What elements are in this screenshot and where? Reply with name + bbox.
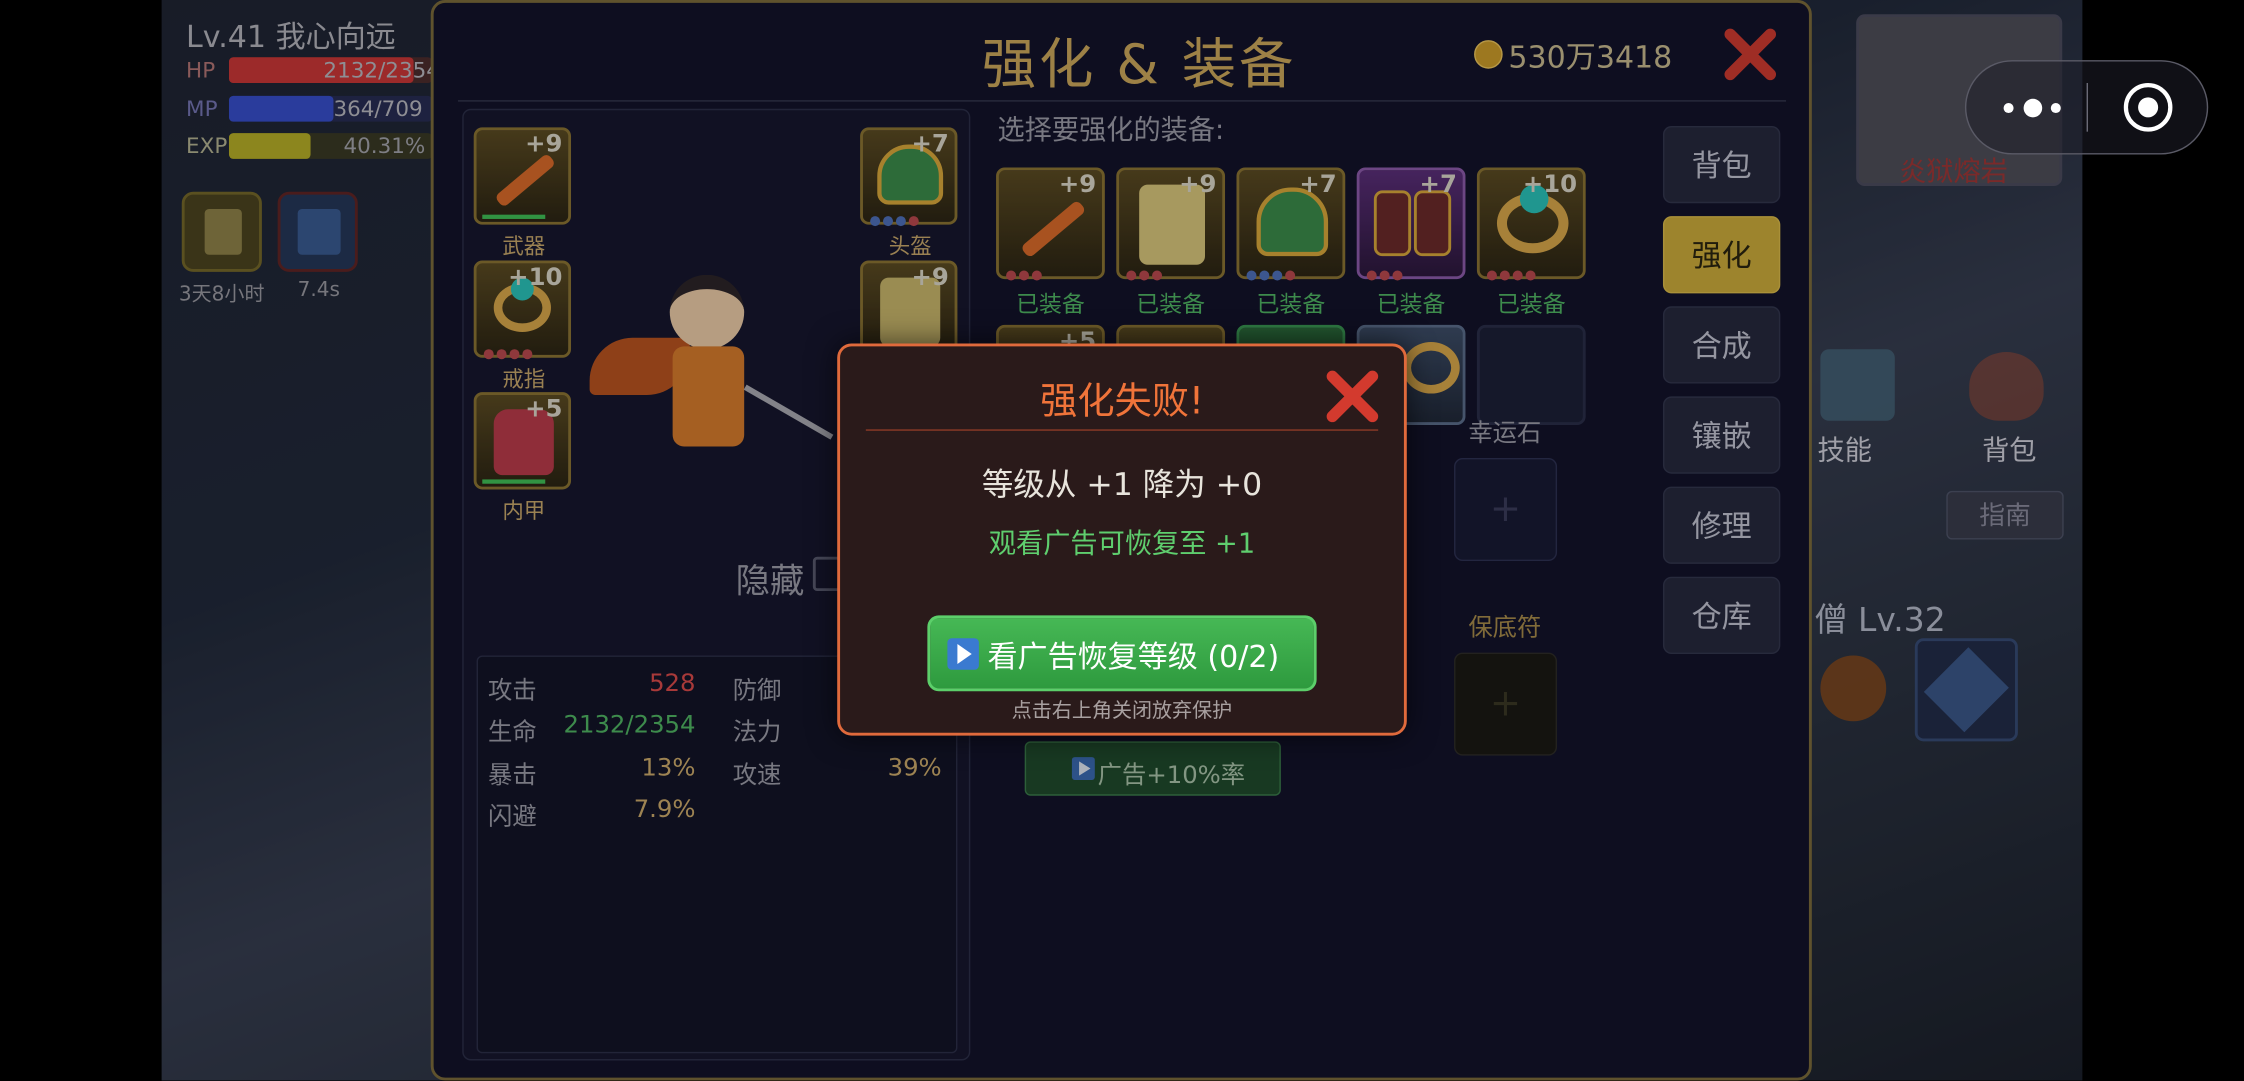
scroll-icon — [204, 208, 242, 255]
dot-large — [2023, 98, 2043, 118]
right-skill-book[interactable] — [1815, 343, 1904, 432]
ice-shard-icon — [1923, 647, 2009, 733]
ad-hint-text: 观看广告可恢复至 +1 — [988, 528, 1256, 560]
map-name: 炎狱熔岩 — [1899, 155, 2008, 188]
player-name: Lv.41 我心向远 — [186, 20, 396, 55]
level-change-text: 等级从 +1 降为 +0 — [981, 467, 1263, 504]
more-dots-icon[interactable] — [2001, 87, 2087, 130]
dot-small — [2050, 103, 2061, 114]
dialog-title: 强化失败! — [1040, 380, 1204, 424]
letterbox-left — [0, 0, 162, 1081]
skill-slot-fire[interactable] — [1815, 641, 1907, 741]
exp-label: EXP — [186, 133, 228, 159]
buff-tome[interactable] — [277, 191, 358, 272]
exp-bar: EXP 40.31% — [186, 133, 433, 159]
mp-bar: MP 364/709 — [186, 95, 433, 122]
fire-orb-icon — [1820, 655, 1887, 722]
dialog-close-icon[interactable] — [1322, 366, 1382, 426]
mp-value: 364/709 — [333, 95, 423, 122]
buff-timer-2: 7.4s — [297, 279, 340, 302]
mp-bar-fill — [228, 95, 334, 122]
target-circle-icon[interactable] — [2123, 83, 2173, 132]
buff-timer-1: 3天8小时 — [178, 283, 265, 307]
bag-icon — [1969, 352, 2044, 421]
dialog-footer-hint: 点击右上角关闭放弃保护 — [1011, 699, 1233, 723]
dot-small — [2003, 103, 2014, 114]
right-bag-label: 背包 — [1982, 435, 2037, 467]
hp-bar: HP 2132/2354 — [186, 57, 440, 84]
hp-value: 2132/2354 — [323, 57, 440, 84]
mp-label: MP — [186, 95, 218, 122]
hp-label: HP — [186, 57, 216, 84]
monster-label: 僧 Lv.32 — [1814, 602, 1946, 640]
play-triangle — [957, 644, 972, 665]
ring-dot — [2138, 97, 2159, 118]
miniprogram-capsule — [1964, 60, 2209, 155]
skill-book-icon — [1820, 349, 1895, 421]
exp-value: 40.31% — [343, 133, 426, 159]
right-bag[interactable] — [1958, 343, 2058, 432]
letterbox-right — [2082, 0, 2244, 1081]
guide-button[interactable]: 指南 — [1946, 490, 2064, 540]
capsule-divider — [2086, 83, 2089, 132]
buff-scroll[interactable] — [181, 191, 262, 272]
close-x-shape — [1326, 370, 1379, 423]
dialog-title-divider — [865, 429, 1379, 431]
skill-slot-ice[interactable] — [1914, 638, 2018, 742]
watch-ad-label: 看广告恢复等级 (0/2) — [987, 639, 1280, 675]
right-skill-label: 技能 — [1817, 435, 1872, 467]
exp-bar-fill — [228, 133, 311, 159]
watch-ad-restore-button[interactable]: 看广告恢复等级 (0/2) — [927, 615, 1317, 692]
book-icon — [297, 208, 341, 255]
